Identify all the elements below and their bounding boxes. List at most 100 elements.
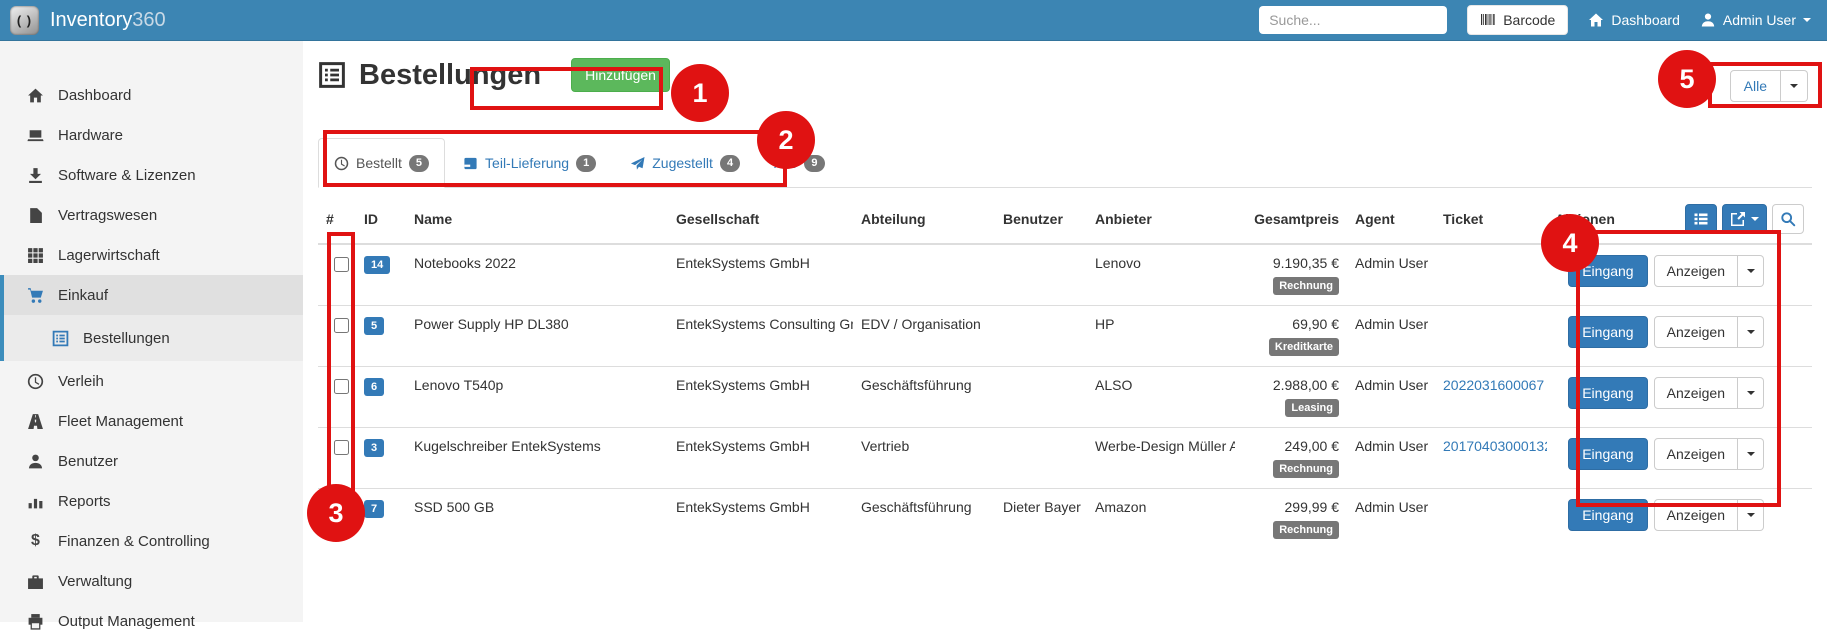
table-row: 7SSD 500 GBEntekSystems GmbHGeschäftsfüh…: [318, 489, 1812, 550]
payment-type-badge: Rechnung: [1273, 460, 1339, 478]
cell-agent: Admin User: [1355, 499, 1428, 515]
sidebar-item-lagerwirtschaft[interactable]: Lagerwirtschaft: [0, 235, 303, 275]
caret-down-icon: [1747, 513, 1755, 517]
row-checkbox[interactable]: [334, 318, 349, 333]
list-view-button[interactable]: [1685, 204, 1717, 234]
column-header-anbieter: Anbieter: [1087, 195, 1235, 244]
column-header-label: Anbieter: [1095, 211, 1152, 227]
tab-label: Bestellt: [356, 155, 402, 171]
user-menu[interactable]: Admin User: [1700, 12, 1811, 28]
sidebar-item-label: Lagerwirtschaft: [58, 247, 160, 264]
nav-dashboard-link[interactable]: Dashboard: [1588, 12, 1680, 28]
sidebar-item-verleih[interactable]: Verleih: [0, 361, 303, 401]
tab-teil-lieferung[interactable]: Teil-Lieferung1: [447, 138, 612, 188]
brand-name: Inventory: [50, 9, 132, 31]
sidebar-item-hardware[interactable]: Hardware: [0, 115, 303, 155]
row-checkbox[interactable]: [334, 257, 349, 272]
barcode-icon: [1480, 12, 1496, 28]
sidebar-item-dashboard[interactable]: Dashboard: [0, 75, 303, 115]
anzeigen-button[interactable]: Anzeigen: [1654, 255, 1738, 287]
sidebar-item-label: Vertragswesen: [58, 207, 157, 224]
column-header-label: Ticket: [1443, 211, 1483, 227]
row-actions-caret-button[interactable]: [1738, 438, 1764, 470]
column-header-label: Name: [414, 211, 452, 227]
tab-count-badge: 9: [804, 155, 824, 172]
briefcase-icon: [27, 573, 44, 590]
search-input[interactable]: [1259, 6, 1447, 34]
download-icon: [27, 167, 44, 184]
column-header-name: Name: [406, 195, 668, 244]
sidebar-item-bestellungen[interactable]: Bestellungen: [0, 315, 303, 361]
filter-caret-button[interactable]: [1781, 70, 1808, 102]
caret-down-icon: [1747, 330, 1755, 334]
sidebar-item-fleet-management[interactable]: Fleet Management: [0, 401, 303, 441]
sidebar-item-benutzer[interactable]: Benutzer: [0, 441, 303, 481]
cell-name: SSD 500 GB: [414, 499, 494, 515]
column-header-gesellschaft: Gesellschaft: [668, 195, 853, 244]
dollar-icon: $: [27, 532, 44, 550]
cell-benutzer: Dieter Bayer: [1003, 499, 1081, 515]
main-content: Bestellungen Hinzufügen Alle Bestellt5Te…: [303, 41, 1827, 622]
anzeigen-button[interactable]: Anzeigen: [1654, 377, 1738, 409]
caret-down-icon: [1747, 452, 1755, 456]
sidebar-item-verwaltung[interactable]: Verwaltung: [0, 561, 303, 601]
user-icon: [27, 453, 44, 470]
cell-anbieter: Amazon: [1095, 499, 1146, 515]
export-button[interactable]: [1722, 204, 1767, 234]
column-header-id: ID: [356, 195, 406, 244]
sidebar-item-label: Bestellungen: [83, 330, 170, 347]
home-icon: [27, 87, 44, 104]
cell-gesamtpreis: 249,00 €: [1243, 438, 1339, 454]
eingang-button[interactable]: Eingang: [1568, 377, 1647, 409]
row-actions-caret-button[interactable]: [1738, 255, 1764, 287]
sidebar-item-finanzen-controlling[interactable]: $Finanzen & Controlling: [0, 521, 303, 561]
cell-agent: Admin User: [1355, 438, 1428, 454]
eingang-button[interactable]: Eingang: [1568, 438, 1647, 470]
filter-all-button[interactable]: Alle: [1730, 70, 1781, 102]
row-actions-caret-button[interactable]: [1738, 377, 1764, 409]
sidebar-item-einkauf[interactable]: Einkauf: [0, 275, 303, 315]
caret-down-icon: [1803, 18, 1811, 22]
inbox-icon: [463, 156, 478, 171]
sidebar-item-output-management[interactable]: Output Management: [0, 601, 303, 641]
row-checkbox[interactable]: [334, 501, 349, 516]
anzeigen-button[interactable]: Anzeigen: [1654, 316, 1738, 348]
clock-icon: [27, 373, 44, 390]
row-checkbox[interactable]: [334, 379, 349, 394]
ticket-link[interactable]: 2022031600067: [1443, 377, 1544, 393]
row-checkbox[interactable]: [334, 440, 349, 455]
caret-down-icon: [1747, 391, 1755, 395]
grid-icon: [27, 247, 44, 264]
add-order-button[interactable]: Hinzufügen: [571, 58, 670, 92]
sidebar-item-software-lizenzen[interactable]: Software & Lizenzen: [0, 155, 303, 195]
cell-anbieter: Werbe-Design Müller AB: [1095, 438, 1235, 454]
row-actions-caret-button[interactable]: [1738, 316, 1764, 348]
tab-zugestellt[interactable]: Zugestellt4: [614, 138, 756, 188]
cell-gesellschaft: EntekSystems GmbH: [676, 377, 810, 393]
row-actions-caret-button[interactable]: [1738, 499, 1764, 531]
file-icon: [27, 207, 44, 224]
search-button[interactable]: [1772, 204, 1804, 234]
table-row: 5Power Supply HP DL380EntekSystems Consu…: [318, 306, 1812, 367]
sidebar-item-reports[interactable]: Reports: [0, 481, 303, 521]
sidebar-item-label: Fleet Management: [58, 413, 183, 430]
payment-type-badge: Leasing: [1285, 399, 1339, 417]
tab-bestellt[interactable]: Bestellt 5: [318, 138, 445, 188]
sidebar-item-label: Benutzer: [58, 453, 118, 470]
anzeigen-button[interactable]: Anzeigen: [1654, 499, 1738, 531]
thlist-icon: [1693, 211, 1709, 227]
tab-count-badge: 5: [409, 155, 429, 172]
cell-gesellschaft: EntekSystems GmbH: [676, 255, 810, 271]
eingang-button[interactable]: Eingang: [1568, 255, 1647, 287]
anzeigen-button[interactable]: Anzeigen: [1654, 438, 1738, 470]
cell-anbieter: HP: [1095, 316, 1114, 332]
brand-logo[interactable]: ( ) Inventory360: [0, 6, 166, 35]
ticket-link[interactable]: 20170403000132: [1443, 438, 1547, 454]
eingang-button[interactable]: Eingang: [1568, 316, 1647, 348]
tab-alle[interactable]: Alle9: [758, 138, 840, 188]
eingang-button[interactable]: Eingang: [1568, 499, 1647, 531]
column-header-label: ID: [364, 211, 378, 227]
sidebar-item-vertragswesen[interactable]: Vertragswesen: [0, 195, 303, 235]
cell-agent: Admin User: [1355, 377, 1428, 393]
barcode-button[interactable]: Barcode: [1467, 5, 1568, 35]
